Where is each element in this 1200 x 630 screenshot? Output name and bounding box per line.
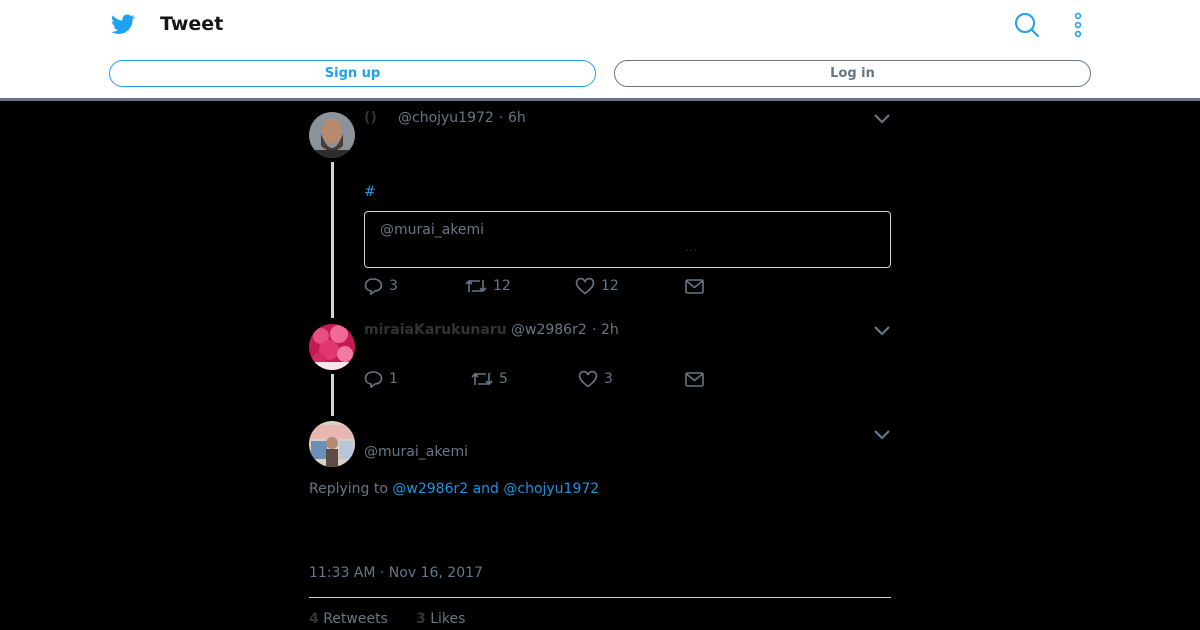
likes-label: Likes — [430, 611, 466, 627]
quoted-tweet[interactable]: @murai_akemi … — [364, 211, 891, 268]
header-divider — [0, 98, 1200, 101]
tweet-time[interactable]: 2h — [601, 322, 619, 338]
separator-dot: · — [592, 322, 597, 338]
more-options-icon[interactable] — [1070, 12, 1086, 38]
retweet-icon — [465, 279, 487, 293]
like-count: 3 — [604, 371, 613, 387]
heart-icon — [575, 277, 595, 295]
hashtag-link[interactable]: # — [364, 184, 376, 200]
separator-dot: · — [499, 110, 504, 126]
tweet-handle[interactable]: @chojyu1972 — [398, 110, 494, 126]
main-tweet-handle[interactable]: @murai_akemi — [364, 444, 468, 460]
retweet-count: 5 — [499, 371, 508, 387]
direct-message-button[interactable] — [685, 279, 710, 294]
avatar-w2986r2[interactable] — [309, 324, 355, 370]
retweets-stat[interactable]: 4 Retweets — [309, 611, 388, 627]
retweets-label: Retweets — [323, 611, 388, 627]
reply-icon — [364, 278, 383, 295]
reply-count: 1 — [389, 371, 398, 387]
stats-divider — [309, 597, 891, 598]
tweet-time[interactable]: 6h — [508, 110, 526, 126]
page-title: Tweet — [160, 13, 224, 35]
avatar-chojyu1972[interactable] — [309, 112, 355, 158]
log-in-button[interactable]: Log in — [614, 60, 1091, 87]
tweet-display-name[interactable]: miraiaKarukunaru — [364, 322, 507, 338]
heart-icon — [578, 370, 598, 388]
thread-line — [331, 374, 334, 416]
like-button[interactable]: 3 — [578, 370, 613, 388]
retweets-count: 4 — [309, 611, 319, 627]
retweet-count: 12 — [493, 278, 511, 294]
likes-count: 3 — [416, 611, 426, 627]
sign-up-button[interactable]: Sign up — [109, 60, 596, 87]
replying-to-users[interactable]: @w2986r2 and @chojyu1972 — [392, 481, 599, 497]
retweet-button[interactable]: 12 — [465, 277, 511, 295]
reply-button[interactable]: 1 — [364, 370, 398, 388]
chevron-down-icon[interactable] — [873, 429, 891, 441]
quoted-tweet-ellipsis: … — [685, 240, 697, 254]
tweet-display-name[interactable]: () — [364, 110, 377, 126]
top-header: Tweet Sign up Log in — [0, 0, 1200, 98]
tweet-timestamp[interactable]: 11:33 AM · Nov 16, 2017 — [309, 565, 483, 581]
tweet-handle[interactable]: @w2986r2 — [511, 322, 587, 338]
twitter-bird-icon[interactable] — [110, 12, 136, 36]
reply-count: 3 — [389, 278, 398, 294]
like-count: 12 — [601, 278, 619, 294]
likes-stat[interactable]: 3 Likes — [416, 611, 465, 627]
replying-to-label: Replying to — [309, 481, 388, 497]
chevron-down-icon[interactable] — [873, 325, 891, 337]
like-button[interactable]: 12 — [575, 277, 619, 295]
retweet-icon — [471, 372, 493, 386]
envelope-icon — [685, 279, 704, 294]
retweet-button[interactable]: 5 — [471, 370, 508, 388]
reply-icon — [364, 371, 383, 388]
direct-message-button[interactable] — [685, 372, 710, 387]
quoted-tweet-handle: @murai_akemi — [380, 222, 485, 238]
chevron-down-icon[interactable] — [873, 113, 891, 125]
avatar-murai-akemi[interactable] — [309, 421, 355, 467]
reply-button[interactable]: 3 — [364, 277, 398, 295]
search-icon[interactable] — [1014, 12, 1040, 38]
envelope-icon — [685, 372, 704, 387]
thread-line — [331, 162, 334, 318]
replying-to: Replying to @w2986r2 and @chojyu1972 — [309, 481, 599, 497]
